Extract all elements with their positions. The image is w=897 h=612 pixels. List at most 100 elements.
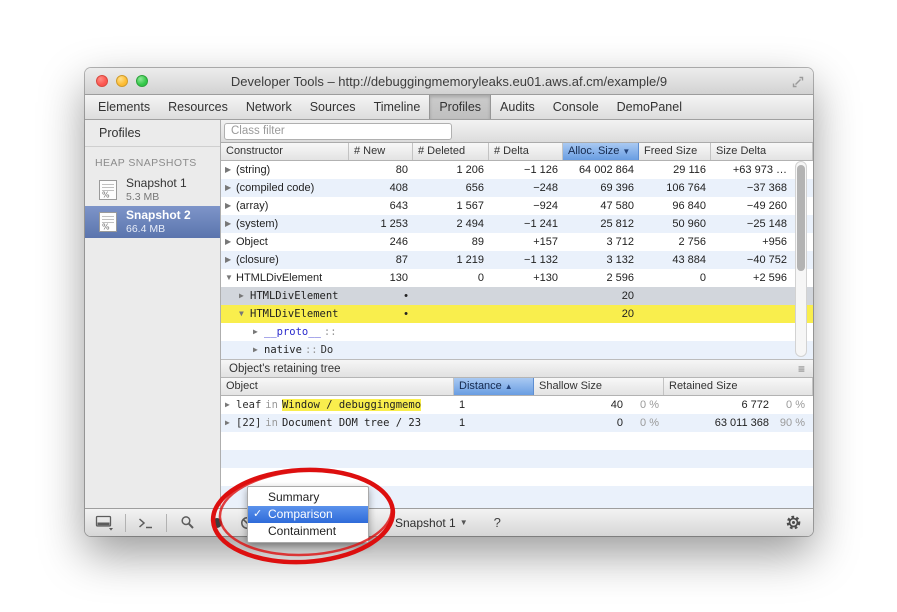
cell-freed: 43 884 bbox=[639, 251, 711, 269]
heap-row[interactable]: ▼HTMLDivElement 130 0 +130 2 596 0 +2 59… bbox=[221, 269, 813, 287]
sidebar-item-snapshot-2[interactable]: % Snapshot 2 66.4 MB bbox=[85, 206, 220, 238]
heap-row[interactable]: ▶__proto__:: bbox=[221, 323, 813, 341]
class-filter-input[interactable] bbox=[224, 123, 452, 140]
base-snapshot-select[interactable]: Snapshot 1 ▼ bbox=[395, 516, 468, 530]
constructor-cell: ▶__proto__:: bbox=[221, 323, 349, 341]
check-icon: ✓ bbox=[253, 506, 262, 523]
disclosure-collapsed-icon[interactable]: ▶ bbox=[253, 341, 264, 359]
column-header-shallow-size[interactable]: Shallow Size bbox=[534, 378, 664, 395]
snapshot-icon: % bbox=[97, 179, 119, 201]
heap-row[interactable]: ▶Object 246 89 +157 3 712 2 756 +956 bbox=[221, 233, 813, 251]
gear-icon[interactable] bbox=[783, 514, 803, 531]
menu-item-summary[interactable]: Summary bbox=[248, 489, 368, 506]
console-button[interactable] bbox=[136, 514, 156, 531]
tab-resources[interactable]: Resources bbox=[159, 95, 237, 119]
statusbar: Snapshot 1 ▼ ? bbox=[85, 508, 813, 536]
retaining-grid-header: Object Distance▲ Shallow Size Retained S… bbox=[221, 378, 813, 396]
cell-new bbox=[349, 341, 413, 359]
disclosure-expanded-icon[interactable]: ▼ bbox=[225, 269, 236, 287]
vertical-scrollbar[interactable] bbox=[795, 161, 807, 357]
fullscreen-icon[interactable] bbox=[791, 75, 805, 89]
retaining-row[interactable]: ▶[22]inDocument DOM tree / 23 1 00 % 63 … bbox=[221, 414, 813, 432]
column-header-alloc-size[interactable]: Alloc. Size▼ bbox=[563, 143, 639, 160]
cell-deleted: 89 bbox=[413, 233, 489, 251]
retaining-row[interactable]: ▶leafinWindow / debuggingmemo 1 400 % 6 … bbox=[221, 396, 813, 414]
disclosure-collapsed-icon[interactable]: ▶ bbox=[239, 287, 250, 305]
scrollbar-thumb[interactable] bbox=[797, 165, 805, 271]
tab-network[interactable]: Network bbox=[237, 95, 301, 119]
profiles-sidebar: Profiles HEAP SNAPSHOTS % Snapshot 1 5.3… bbox=[85, 120, 221, 508]
column-header-retained-size[interactable]: Retained Size bbox=[664, 378, 813, 395]
disclosure-collapsed-icon[interactable]: ▶ bbox=[225, 197, 236, 215]
constructor-cell: ▶(closure) bbox=[221, 251, 349, 269]
column-header-size-delta[interactable]: Size Delta bbox=[711, 143, 813, 160]
snapshot-name: Snapshot 2 bbox=[126, 209, 191, 223]
heap-row[interactable]: ▶(compiled code) 408 656 −248 69 396 106… bbox=[221, 179, 813, 197]
disclosure-collapsed-icon[interactable]: ▶ bbox=[225, 179, 236, 197]
cell-new: 1 253 bbox=[349, 215, 413, 233]
cell-new bbox=[349, 323, 413, 341]
heap-comparison-grid: Constructor # New # Deleted # Delta Allo… bbox=[221, 143, 813, 359]
titlebar[interactable]: Developer Tools – http://debuggingmemory… bbox=[85, 68, 813, 95]
tab-profiles[interactable]: Profiles bbox=[429, 95, 491, 119]
constructor-name: HTMLDivElement bbox=[236, 272, 322, 284]
minimize-button[interactable] bbox=[116, 75, 128, 87]
disclosure-collapsed-icon[interactable]: ▶ bbox=[225, 414, 236, 432]
object-cell: ▶leafinWindow / debuggingmemo bbox=[221, 396, 454, 414]
column-header-distance[interactable]: Distance▲ bbox=[454, 378, 534, 395]
cell-delta: −1 241 bbox=[489, 215, 563, 233]
close-button[interactable] bbox=[96, 75, 108, 87]
toolbar-divider bbox=[125, 514, 126, 532]
sidebar-item-snapshot-1[interactable]: % Snapshot 1 5.3 MB bbox=[85, 174, 220, 206]
cell-delta: −1 132 bbox=[489, 251, 563, 269]
menu-item-comparison[interactable]: ✓Comparison bbox=[248, 506, 368, 523]
column-header-new[interactable]: # New bbox=[349, 143, 413, 160]
search-icon[interactable] bbox=[177, 514, 197, 531]
zoom-button[interactable] bbox=[136, 75, 148, 87]
cell-deleted bbox=[413, 341, 489, 359]
cell-shallow-size: 00 % bbox=[534, 414, 664, 432]
heap-row[interactable]: ▶(string) 80 1 206 −1 126 64 002 864 29 … bbox=[221, 161, 813, 179]
disclosure-collapsed-icon[interactable]: ▶ bbox=[225, 251, 236, 269]
cell-freed bbox=[639, 287, 711, 305]
constructor-name: (system) bbox=[236, 218, 278, 230]
tab-timeline[interactable]: Timeline bbox=[365, 95, 430, 119]
property-name: native bbox=[264, 344, 302, 356]
tab-demopanel[interactable]: DemoPanel bbox=[608, 95, 691, 119]
dock-side-button[interactable] bbox=[95, 514, 115, 531]
column-header-constructor[interactable]: Constructor bbox=[221, 143, 349, 160]
cell-delta bbox=[489, 341, 563, 359]
tab-console[interactable]: Console bbox=[544, 95, 608, 119]
disclosure-collapsed-icon[interactable]: ▶ bbox=[253, 323, 264, 341]
heap-row-selected[interactable]: ▶HTMLDivElement • 20 bbox=[221, 287, 813, 305]
record-heap-snapshot-button[interactable] bbox=[207, 514, 227, 531]
disclosure-expanded-icon[interactable]: ▼ bbox=[239, 305, 250, 323]
property-name: __proto__ bbox=[264, 326, 321, 338]
heap-row[interactable]: ▶(array) 643 1 567 −924 47 580 96 840 −4… bbox=[221, 197, 813, 215]
empty-row bbox=[221, 450, 813, 468]
heap-row-highlighted[interactable]: ▼HTMLDivElement • 20 bbox=[221, 305, 813, 323]
column-header-object[interactable]: Object bbox=[221, 378, 454, 395]
disclosure-collapsed-icon[interactable]: ▶ bbox=[225, 215, 236, 233]
disclosure-collapsed-icon[interactable]: ▶ bbox=[225, 396, 236, 414]
disclosure-collapsed-icon[interactable]: ▶ bbox=[225, 161, 236, 179]
tab-elements[interactable]: Elements bbox=[89, 95, 159, 119]
column-header-delta[interactable]: # Delta bbox=[489, 143, 563, 160]
cell-freed: 50 960 bbox=[639, 215, 711, 233]
heap-row[interactable]: ▶(closure) 87 1 219 −1 132 3 132 43 884 … bbox=[221, 251, 813, 269]
cell-retained-size: 63 011 36890 % bbox=[664, 414, 813, 432]
tab-audits[interactable]: Audits bbox=[491, 95, 544, 119]
object-cell: ▶[22]inDocument DOM tree / 23 bbox=[221, 414, 454, 432]
tab-sources[interactable]: Sources bbox=[301, 95, 365, 119]
help-button[interactable]: ? bbox=[494, 515, 501, 530]
heap-row[interactable]: ▶native::Do bbox=[221, 341, 813, 359]
disclosure-collapsed-icon[interactable]: ▶ bbox=[225, 233, 236, 251]
menu-item-containment[interactable]: Containment bbox=[248, 523, 368, 540]
column-header-deleted[interactable]: # Deleted bbox=[413, 143, 489, 160]
retained-percent: 90 % bbox=[769, 414, 805, 432]
heap-grid-header: Constructor # New # Deleted # Delta Allo… bbox=[221, 143, 813, 161]
constructor-cell: ▶(system) bbox=[221, 215, 349, 233]
column-header-freed-size[interactable]: Freed Size bbox=[639, 143, 711, 160]
section-menu-icon[interactable]: ≡ bbox=[798, 362, 805, 376]
heap-row[interactable]: ▶(system) 1 253 2 494 −1 241 25 812 50 9… bbox=[221, 215, 813, 233]
